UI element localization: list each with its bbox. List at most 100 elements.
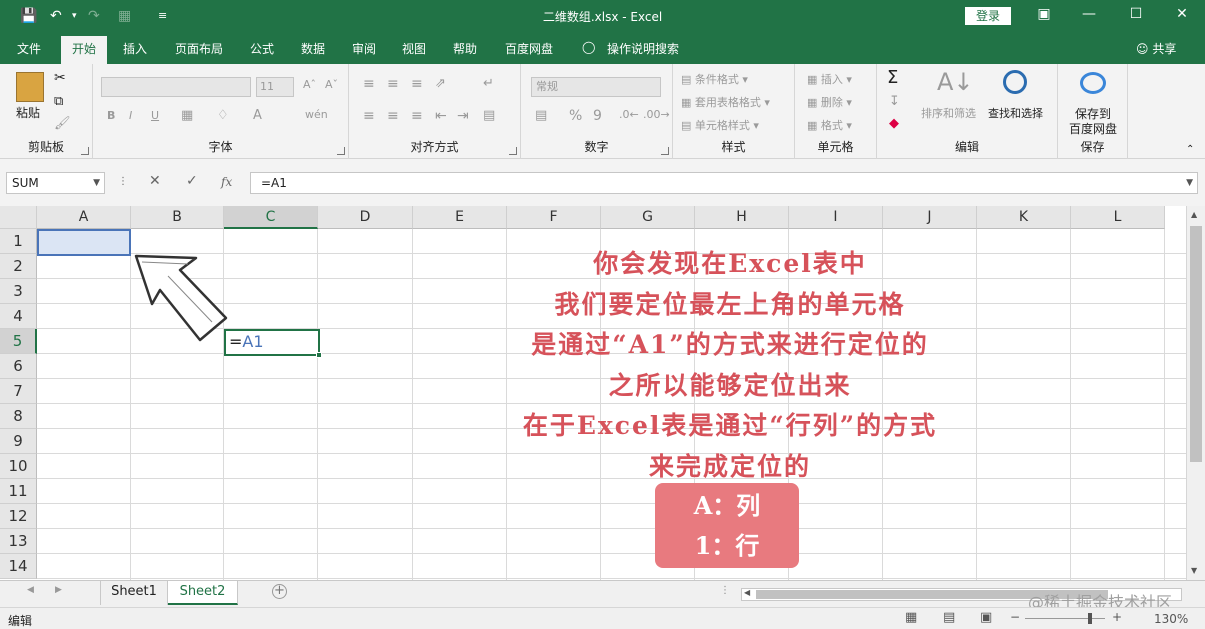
clipboard-launcher-icon[interactable]	[81, 147, 89, 155]
tab-review[interactable]: 审阅	[352, 40, 376, 57]
row-header[interactable]: 10	[0, 454, 37, 479]
autosum-icon[interactable]: Σ	[887, 67, 898, 88]
fill-handle[interactable]	[316, 352, 322, 358]
row-header[interactable]: 11	[0, 479, 37, 504]
normal-view-icon[interactable]: ▦	[905, 610, 917, 625]
scroll-up-icon[interactable]: ▲	[1191, 210, 1197, 219]
column-header[interactable]: A	[37, 206, 131, 229]
vertical-scroll-thumb[interactable]	[1190, 226, 1202, 462]
column-header[interactable]: D	[318, 206, 413, 229]
select-all-corner[interactable]	[0, 206, 37, 229]
zoom-level[interactable]: 130%	[1154, 612, 1188, 626]
sheet-tab-sheet1[interactable]: Sheet1	[100, 581, 168, 605]
delete-cells-button[interactable]: ▦ 删除 ▾	[807, 94, 852, 110]
alignment-launcher-icon[interactable]	[509, 147, 517, 155]
page-break-view-icon[interactable]: ▣	[980, 610, 992, 625]
column-header[interactable]: F	[507, 206, 601, 229]
tab-baidu-netdisk[interactable]: 百度网盘	[505, 40, 553, 57]
maximize-button[interactable]: ☐	[1121, 6, 1151, 22]
row-header[interactable]: 8	[0, 404, 37, 429]
expand-formula-icon[interactable]: ▼	[1186, 173, 1193, 193]
row-header[interactable]: 5	[0, 329, 37, 354]
tab-split-icon[interactable]: ⋮	[720, 585, 730, 596]
column-header[interactable]: C	[224, 206, 318, 229]
tab-data[interactable]: 数据	[301, 40, 325, 57]
save-to-netdisk-line2[interactable]: 百度网盘	[1058, 120, 1128, 137]
decrease-decimal-icon[interactable]: .00→	[643, 108, 670, 121]
prev-sheet-icon[interactable]: ◀	[27, 585, 34, 595]
conditional-formatting-button[interactable]: ▤ 条件格式 ▾	[681, 71, 748, 87]
row-header[interactable]: 6	[0, 354, 37, 379]
fill-color-icon[interactable]: ♢	[217, 108, 229, 123]
orientation-icon[interactable]: ⇗	[435, 76, 446, 91]
phonetic-icon[interactable]: wén	[305, 108, 328, 121]
increase-font-icon[interactable]: Aˆ	[303, 78, 316, 91]
font-size-select[interactable]: 11	[256, 77, 294, 97]
align-bottom-icon[interactable]: ≡	[411, 76, 423, 92]
comma-style-button[interactable]: 9	[593, 108, 602, 124]
insert-function-button[interactable]: fx	[221, 175, 232, 189]
tab-home[interactable]: 开始	[61, 36, 108, 64]
baidu-netdisk-icon[interactable]	[1080, 72, 1106, 94]
copy-icon[interactable]: ⧉	[54, 94, 63, 109]
font-color-icon[interactable]: A	[253, 108, 262, 123]
tab-help[interactable]: 帮助	[453, 40, 477, 57]
chevron-down-icon[interactable]: ▼	[93, 173, 100, 193]
align-left-icon[interactable]: ≡	[363, 108, 375, 124]
zoom-in-icon[interactable]: +	[1112, 610, 1122, 624]
sort-filter-button[interactable]: 排序和筛选	[921, 105, 976, 121]
add-sheet-icon[interactable]: +	[272, 584, 287, 599]
tab-file[interactable]: 文件	[17, 40, 41, 57]
column-header[interactable]: I	[789, 206, 883, 229]
clear-icon[interactable]: ◆	[889, 116, 899, 131]
number-format-select[interactable]: 常规	[531, 77, 661, 97]
scroll-left-icon[interactable]: ◀	[744, 588, 750, 597]
name-box[interactable]: SUM ▼	[6, 172, 105, 194]
font-family-select[interactable]	[101, 77, 251, 97]
zoom-out-icon[interactable]: −	[1010, 610, 1020, 624]
insert-cells-button[interactable]: ▦ 插入 ▾	[807, 71, 852, 87]
find-select-button[interactable]: 查找和选择	[988, 105, 1043, 121]
formula-input[interactable]: =A1 ▼	[250, 172, 1198, 194]
format-as-table-button[interactable]: ▦ 套用表格格式 ▾	[681, 94, 770, 110]
font-launcher-icon[interactable]	[337, 147, 345, 155]
row-header[interactable]: 2	[0, 254, 37, 279]
format-cells-button[interactable]: ▦ 格式 ▾	[807, 117, 852, 133]
decrease-indent-icon[interactable]: ⇤	[435, 108, 447, 124]
tell-me-search[interactable]: 操作说明搜索	[607, 40, 679, 57]
share-button[interactable]: ☺ 共享	[1136, 40, 1176, 57]
align-top-icon[interactable]: ≡	[363, 76, 375, 92]
decrease-font-icon[interactable]: Aˇ	[325, 78, 338, 91]
page-layout-view-icon[interactable]: ▤	[943, 610, 955, 625]
row-header[interactable]: 7	[0, 379, 37, 404]
cell-styles-button[interactable]: ▤ 单元格样式 ▾	[681, 117, 759, 133]
paste-button[interactable]: 粘贴	[16, 104, 40, 121]
row-header[interactable]: 13	[0, 529, 37, 554]
cell-c5-editing[interactable]: =A1	[224, 329, 322, 358]
align-middle-icon[interactable]: ≡	[387, 76, 399, 92]
cell-a1-highlight[interactable]	[37, 229, 131, 256]
row-header[interactable]: 1	[0, 229, 37, 254]
underline-button[interactable]: U	[151, 109, 159, 122]
increase-decimal-icon[interactable]: .0←	[619, 108, 639, 121]
merge-center-icon[interactable]: ▤	[483, 108, 495, 123]
column-header[interactable]: B	[131, 206, 224, 229]
column-header[interactable]: G	[601, 206, 695, 229]
scroll-down-icon[interactable]: ▼	[1191, 566, 1197, 575]
number-launcher-icon[interactable]	[661, 147, 669, 155]
tab-page-layout[interactable]: 页面布局	[175, 40, 223, 57]
row-header[interactable]: 12	[0, 504, 37, 529]
enter-icon[interactable]: ✓	[186, 173, 198, 189]
row-header[interactable]: 4	[0, 304, 37, 329]
bold-button[interactable]: B	[107, 109, 115, 122]
align-right-icon[interactable]: ≡	[411, 108, 423, 124]
column-header[interactable]: J	[883, 206, 977, 229]
ribbon-display-icon[interactable]: ▣	[1029, 6, 1059, 22]
sort-filter-icon[interactable]: A↓	[937, 68, 974, 96]
column-header[interactable]: E	[413, 206, 507, 229]
italic-button[interactable]: I	[129, 109, 132, 122]
percent-button[interactable]: %	[569, 108, 582, 124]
minimize-button[interactable]: —	[1074, 6, 1104, 22]
column-header[interactable]: K	[977, 206, 1071, 229]
close-button[interactable]: ✕	[1167, 6, 1197, 22]
